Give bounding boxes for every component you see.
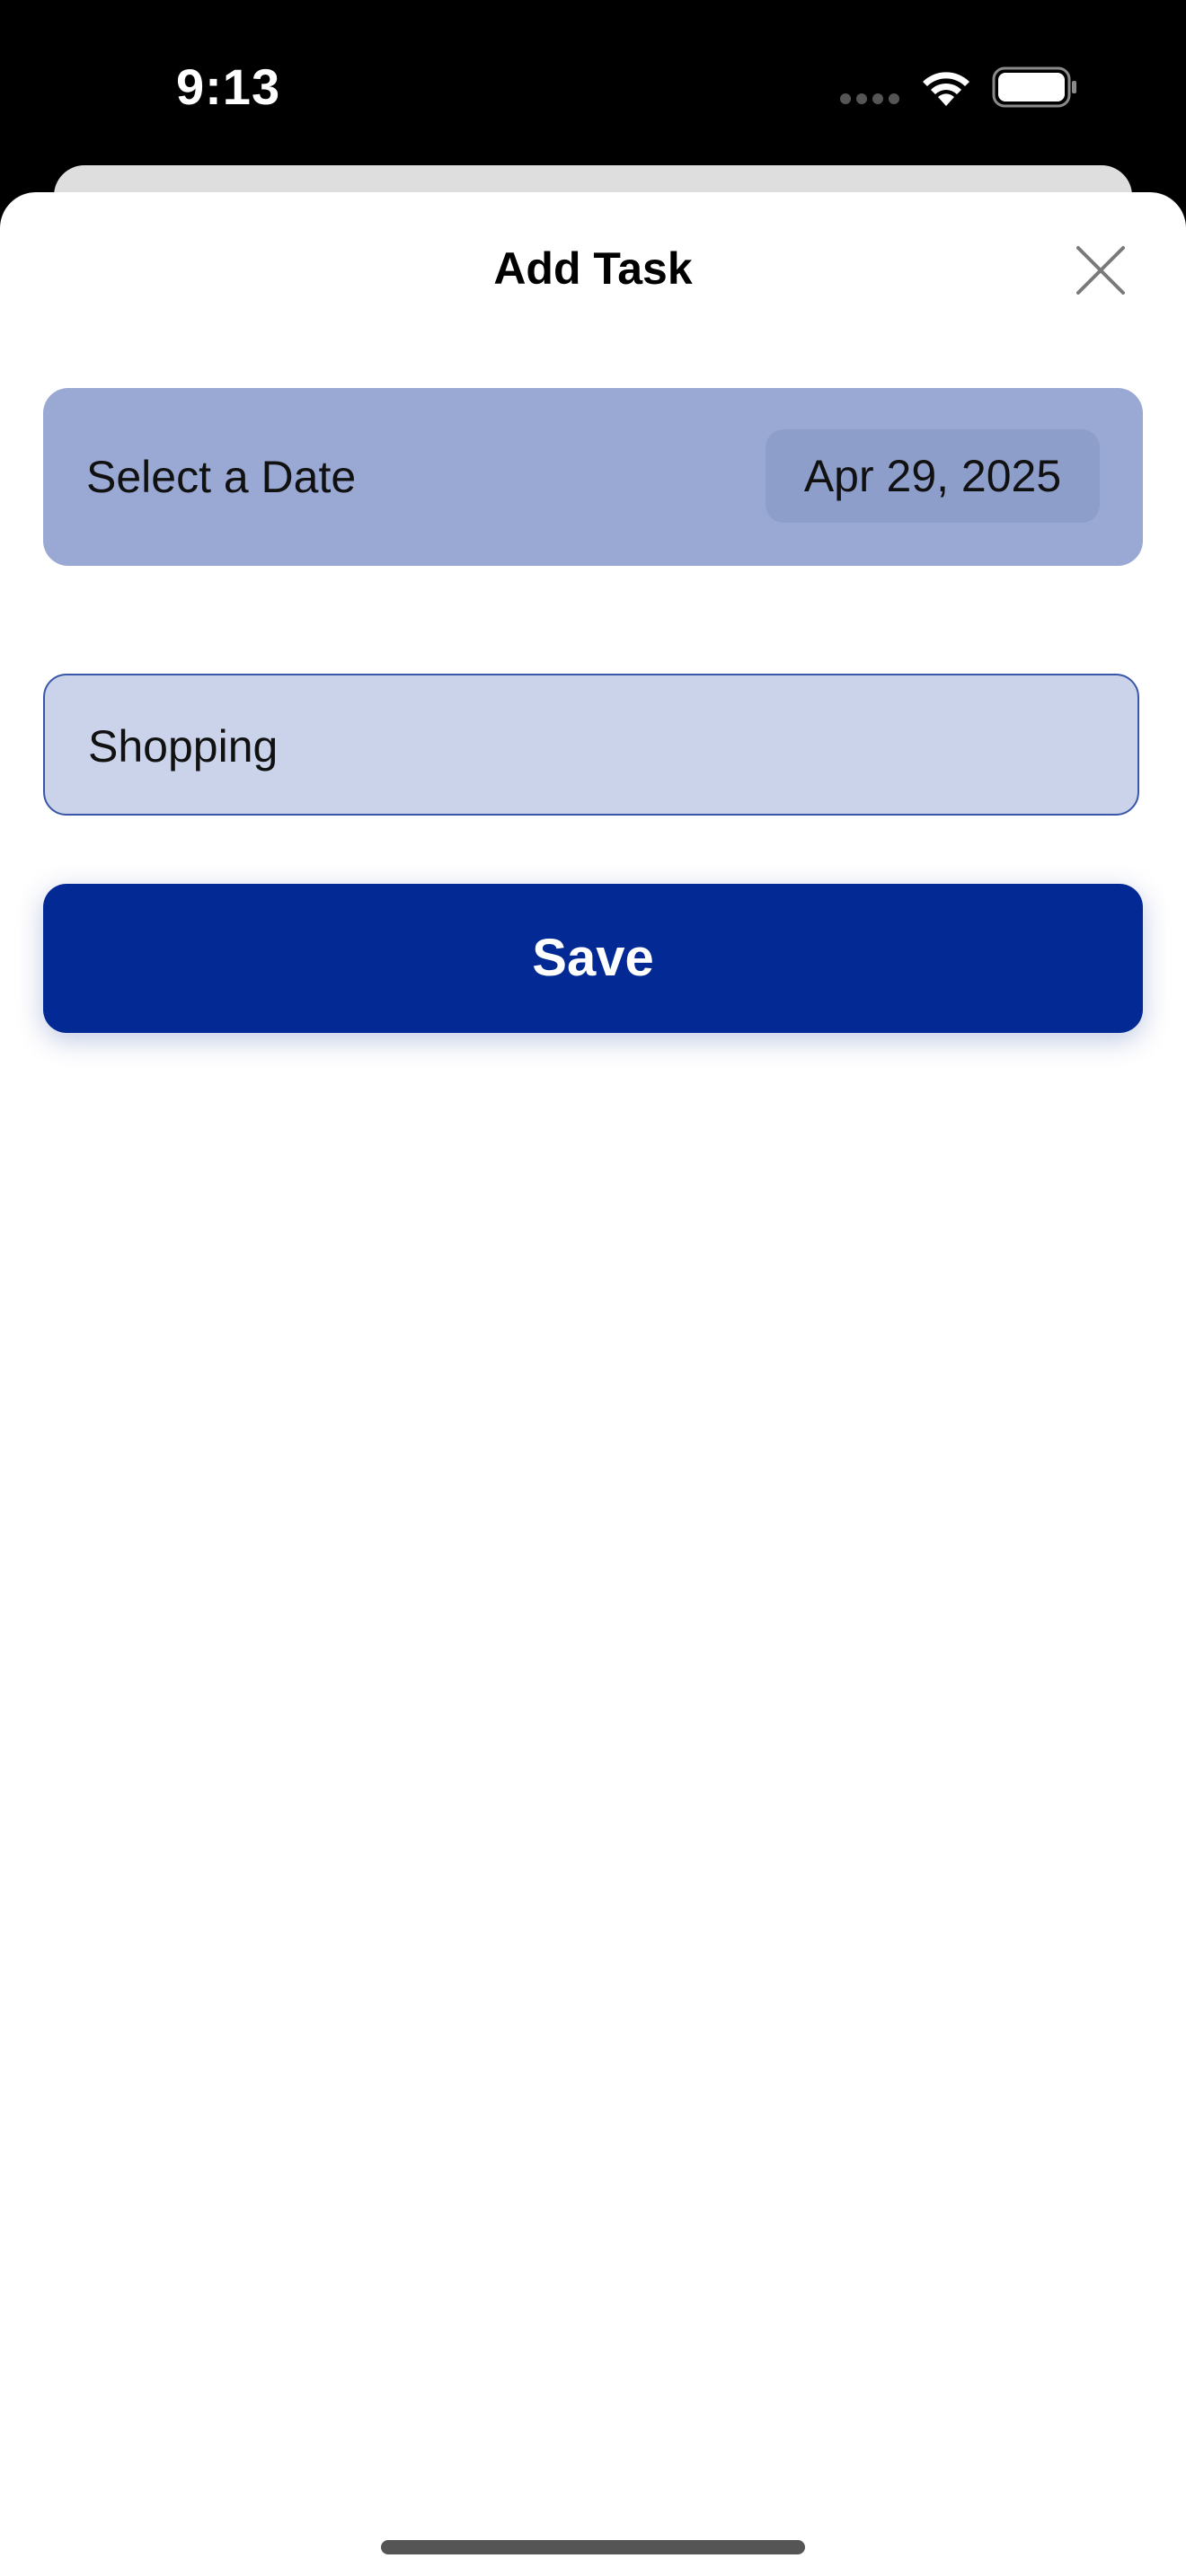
wifi-icon xyxy=(923,72,969,106)
save-button[interactable]: Save xyxy=(43,884,1143,1033)
screen: 9:13 Add Task Select a Date Apr 29, 2025 xyxy=(0,0,1186,2576)
add-task-sheet: Add Task Select a Date Apr 29, 2025 Shop… xyxy=(0,192,1186,2576)
status-bar: 9:13 xyxy=(0,0,1186,171)
date-picker-value-button[interactable]: Apr 29, 2025 xyxy=(766,429,1100,523)
status-time: 9:13 xyxy=(176,58,281,115)
home-indicator[interactable] xyxy=(381,2540,805,2554)
task-name-input[interactable]: Shopping xyxy=(43,674,1139,816)
date-picker-label: Select a Date xyxy=(86,452,357,502)
cellular-signal-icon xyxy=(840,93,901,104)
close-icon[interactable] xyxy=(1069,239,1132,302)
battery-icon xyxy=(992,66,1076,108)
task-name-value[interactable]: Shopping xyxy=(88,720,278,772)
date-picker-row[interactable]: Select a Date Apr 29, 2025 xyxy=(43,388,1143,566)
sheet-title: Add Task xyxy=(493,243,693,294)
